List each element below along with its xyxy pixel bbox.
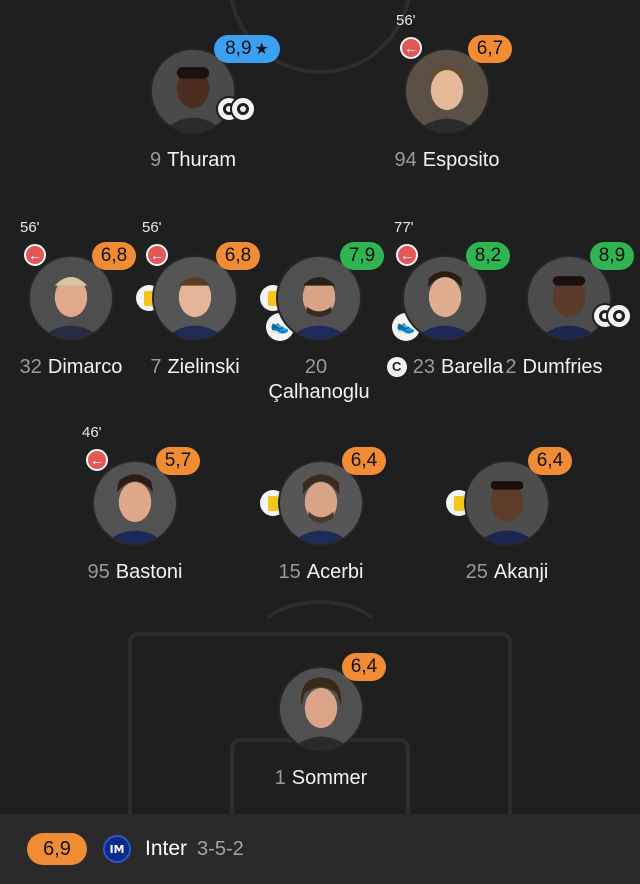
player-dimarco[interactable]: 56' ← 6,8 32 Dimarco — [6, 219, 136, 405]
sub-time: 46' — [82, 424, 102, 441]
sub-time: 56' — [20, 219, 40, 236]
sub-off-icon: ← — [396, 244, 418, 266]
player-name: 2 Dumfries — [505, 356, 603, 378]
player-name: 15 Acerbi — [278, 561, 364, 583]
rating-badge: 6,4 — [342, 447, 386, 475]
rating-badge: 5,7 — [156, 447, 200, 475]
inter-crest-icon: IM — [103, 835, 131, 863]
formation: 3-5-2 — [197, 837, 244, 860]
rating-badge: 7,9 — [340, 242, 384, 270]
goal-ball-icon — [230, 96, 256, 122]
sub-time: 56' — [396, 12, 416, 29]
player-akanji[interactable]: 6,4 25 Akanji — [442, 447, 572, 610]
player-esposito[interactable]: 56' ← 6,7 94 Esposito — [382, 12, 512, 198]
pitch: 8,9 ★ 9 Thuram 56' ← 6,7 94 Esposito 56' ← … — [0, 0, 640, 814]
rating-badge: 8,9 ★ — [214, 35, 280, 63]
sub-time: 77' — [394, 219, 414, 236]
player-zielinski[interactable]: 56' ← 6,8 7 Zielinski — [130, 219, 260, 405]
player-name: 25 Akanji — [465, 561, 549, 583]
sub-off-icon: ← — [86, 449, 108, 471]
goals — [592, 303, 636, 331]
sub-off-icon: ← — [146, 244, 168, 266]
player-name: 95 Bastoni — [87, 561, 183, 583]
player-dumfries[interactable]: 8,9 2 Dumfries — [504, 242, 636, 405]
player-name: 1 Sommer — [274, 767, 368, 789]
player-name: 9 Thuram — [149, 149, 237, 171]
team-name[interactable]: Inter — [145, 837, 187, 861]
goals — [216, 96, 260, 124]
rating-badge: 6,4 — [528, 447, 572, 475]
captain-icon: C — [386, 357, 407, 377]
player-barella[interactable]: 77' ← 👟 8,2 C 23 Barella — [380, 219, 510, 405]
team-rating-badge: 6,9 — [27, 833, 87, 865]
rating-badge: 8,9 — [590, 242, 634, 270]
rating-badge: 6,4 — [342, 653, 386, 681]
star-icon: ★ — [254, 41, 269, 58]
player-calhanoglu[interactable]: 👟 7,9 20 Çalhanoglu — [254, 242, 384, 405]
player-bastoni[interactable]: 46' ← 5,7 95 Bastoni — [70, 424, 200, 610]
goal-ball-icon — [606, 303, 632, 329]
sub-off-icon: ← — [400, 37, 422, 59]
sub-off-icon: ← — [24, 244, 46, 266]
player-sommer[interactable]: 6,4 1 Sommer — [256, 653, 386, 814]
player-name: 94 Esposito — [394, 149, 500, 171]
player-acerbi[interactable]: 6,4 15 Acerbi — [256, 447, 386, 610]
sub-time: 56' — [142, 219, 162, 236]
player-thuram[interactable]: 8,9 ★ 9 Thuram — [128, 35, 280, 198]
rating-badge: 6,7 — [468, 35, 512, 63]
team-footer: 6,9 IM Inter 3-5-2 — [0, 814, 640, 884]
